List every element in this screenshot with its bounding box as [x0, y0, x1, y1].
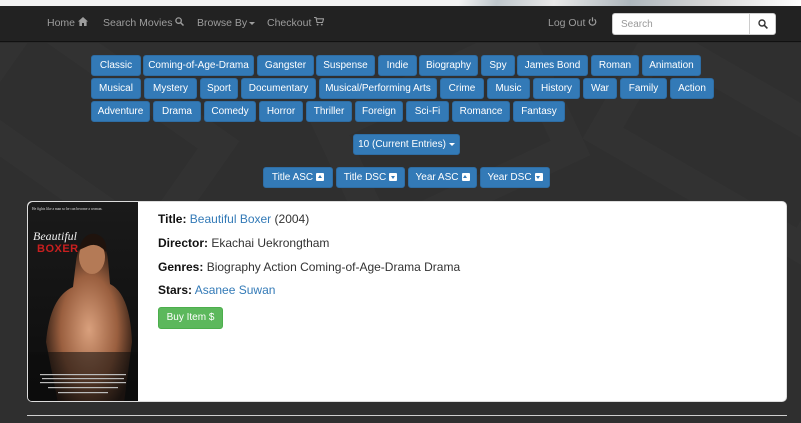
genre-button-indie[interactable]: Indie — [378, 55, 417, 76]
sort-desc-icon — [534, 173, 543, 181]
home-icon — [78, 17, 89, 29]
genre-button-musical-performing-arts[interactable]: Musical/Performing Arts — [319, 78, 437, 99]
search-input[interactable] — [612, 13, 750, 35]
genre-button-war[interactable]: War — [583, 78, 617, 99]
genre-button-history[interactable]: History — [533, 78, 580, 99]
genre-button-animation[interactable]: Animation — [642, 55, 701, 76]
entries-dropdown-label: 10 (Current Entries) — [358, 139, 446, 150]
sort-title-asc-label: Title ASC — [271, 172, 314, 183]
genre-button-romance[interactable]: Romance — [452, 101, 510, 122]
title-row: Title: Beautiful Boxer (2004) — [158, 212, 309, 226]
sort-asc-icon — [316, 173, 325, 181]
genre-button-spy[interactable]: Spy — [481, 55, 515, 76]
chevron-down-icon — [249, 21, 256, 25]
director-row: Director: Ekachai Uekrongtham — [158, 236, 329, 250]
genre-button-musical[interactable]: Musical — [91, 78, 141, 99]
genre-button-adventure[interactable]: Adventure — [91, 101, 150, 122]
genre-button-foreign[interactable]: Foreign — [355, 101, 403, 122]
cart-icon — [314, 16, 325, 29]
genre-button-suspense[interactable]: Suspense — [316, 55, 375, 76]
nav-home[interactable]: Home — [47, 17, 89, 29]
director-name: Ekachai Uekrongtham — [211, 236, 330, 250]
nav-search-movies-label: Search Movies — [103, 17, 173, 29]
nav-logout-label: Log Out — [548, 17, 586, 29]
stars-label: Stars: — [158, 283, 193, 297]
star-link[interactable]: Asanee Suwan — [195, 283, 276, 297]
search-button[interactable] — [749, 13, 776, 35]
nav-checkout-label: Checkout — [267, 17, 312, 29]
nav-checkout[interactable]: Checkout — [267, 16, 325, 29]
stars-row: Stars: Asanee Suwan — [158, 283, 275, 297]
movie-poster[interactable]: He fights like a man so he can become a … — [28, 202, 138, 401]
genre-button-mystery[interactable]: Mystery — [144, 78, 197, 99]
sort-title-dsc-label: Title DSC — [343, 172, 387, 183]
buy-item-button[interactable]: Buy Item $ — [158, 307, 223, 329]
search-icon — [757, 19, 768, 29]
genre-button-documentary[interactable]: Documentary — [241, 78, 316, 99]
movie-title-link[interactable]: Beautiful Boxer — [190, 212, 271, 226]
genre-button-coming-of-age-drama[interactable]: Coming-of-Age-Drama — [143, 55, 254, 76]
nav-browse-by[interactable]: Browse By — [197, 17, 256, 29]
movie-year: (2004) — [274, 212, 310, 226]
genre-button-james-bond[interactable]: James Bond — [517, 55, 588, 76]
genre-button-gangster[interactable]: Gangster — [257, 55, 314, 76]
genre-button-crime[interactable]: Crime — [440, 78, 484, 99]
genre-button-horror[interactable]: Horror — [259, 101, 303, 122]
genres-label: Genres: — [158, 260, 204, 274]
navbar: Home Search Movies Browse By Checkout Lo… — [0, 6, 801, 42]
power-icon — [588, 17, 597, 29]
sort-year-asc-label: Year ASC — [415, 172, 459, 183]
genre-button-sci-fi[interactable]: Sci-Fi — [406, 101, 449, 122]
divider — [27, 415, 787, 416]
genre-button-comedy[interactable]: Comedy — [204, 101, 256, 122]
movie-card: He fights like a man so he can become a … — [27, 201, 787, 402]
genre-button-classic[interactable]: Classic — [91, 55, 141, 76]
genre-button-roman[interactable]: Roman — [591, 55, 639, 76]
genre-button-action[interactable]: Action — [670, 78, 714, 99]
genre-button-biography[interactable]: Biography — [419, 55, 478, 76]
nav-search-movies[interactable]: Search Movies — [103, 17, 185, 29]
poster-tagline: He fights like a man so he can become a … — [32, 207, 103, 211]
chevron-down-icon — [448, 142, 455, 146]
genres-row: Genres: Biography Action Coming-of-Age-D… — [158, 260, 460, 274]
director-label: Director: — [158, 236, 209, 250]
entries-dropdown[interactable]: 10 (Current Entries) — [353, 134, 460, 155]
sort-year-asc-button[interactable]: Year ASC — [408, 167, 477, 188]
genre-button-sport[interactable]: Sport — [200, 78, 238, 99]
genre-button-drama[interactable]: Drama — [153, 101, 201, 122]
genre-button-family[interactable]: Family — [620, 78, 667, 99]
sort-desc-icon — [389, 173, 398, 181]
nav-logout[interactable]: Log Out — [548, 17, 597, 29]
movie-genres: Biography Action Coming-of-Age-Drama Dra… — [206, 260, 461, 274]
sort-title-asc-button[interactable]: Title ASC — [263, 167, 333, 188]
search-icon — [175, 17, 185, 29]
nav-browse-by-label: Browse By — [197, 17, 248, 29]
genre-button-music[interactable]: Music — [487, 78, 530, 99]
sort-title-dsc-button[interactable]: Title DSC — [336, 167, 405, 188]
poster-title-2: BOXER — [37, 243, 79, 255]
poster-title-1: Beautiful — [33, 229, 77, 243]
genre-button-fantasy[interactable]: Fantasy — [513, 101, 565, 122]
sort-year-dsc-label: Year DSC — [487, 172, 532, 183]
sort-asc-icon — [461, 173, 470, 181]
title-label: Title: — [158, 212, 187, 226]
genre-button-thriller[interactable]: Thriller — [306, 101, 352, 122]
nav-home-label: Home — [47, 17, 76, 29]
sort-year-dsc-button[interactable]: Year DSC — [480, 167, 550, 188]
